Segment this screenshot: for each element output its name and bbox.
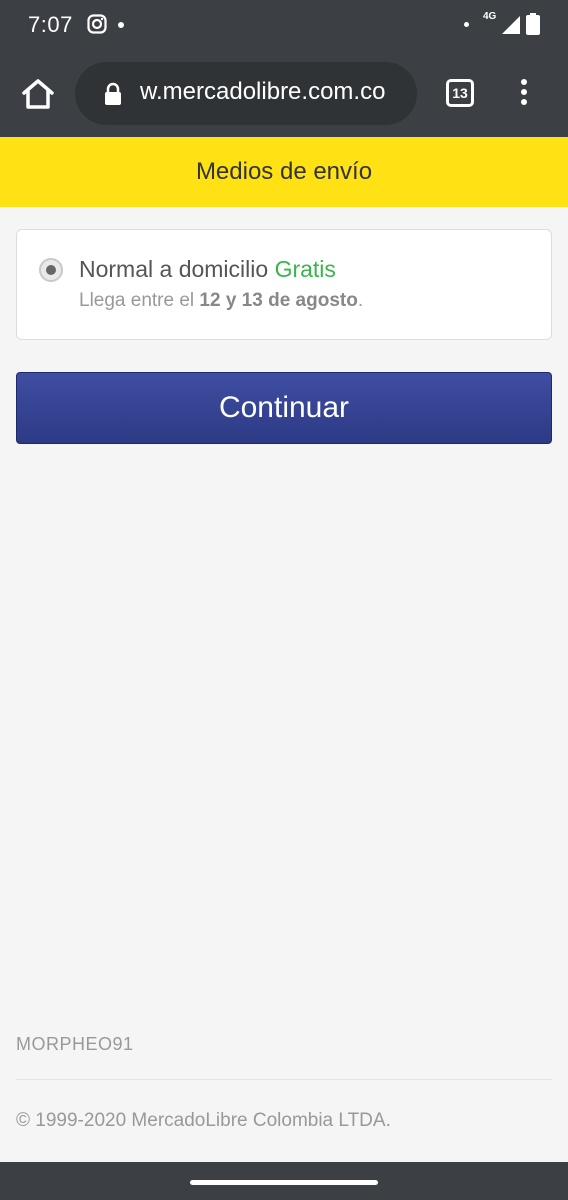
home-icon[interactable]	[20, 77, 56, 111]
shipping-option-card[interactable]: Normal a domicilio Gratis Llega entre el…	[16, 229, 552, 340]
status-dot-icon	[464, 22, 469, 27]
battery-icon	[526, 13, 540, 35]
footer-divider	[16, 1079, 552, 1080]
shipping-option-radio[interactable]	[39, 258, 63, 282]
eta-prefix: Llega entre el	[79, 290, 200, 311]
shipping-eta: Llega entre el 12 y 13 de agosto.	[79, 290, 363, 312]
continue-button[interactable]: Continuar	[16, 372, 552, 444]
notification-dot-icon	[118, 22, 124, 28]
eta-dates: 12 y 13 de agosto	[199, 290, 358, 311]
system-nav-bar	[0, 1162, 568, 1200]
lock-icon	[105, 82, 121, 105]
overflow-menu-icon[interactable]	[514, 79, 534, 109]
shipping-price: Gratis	[274, 256, 336, 282]
footer-username: MORPHEO91	[16, 1034, 134, 1054]
page-title: Medios de envío	[0, 137, 568, 207]
status-time: 7:07	[28, 12, 73, 37]
url-text[interactable]: w.mercadolibre.com.co	[140, 78, 410, 106]
radio-selected-dot	[46, 265, 56, 275]
footer-copyright: © 1999-2020 MercadoLibre Colombia LTDA.	[16, 1110, 391, 1131]
network-type-label: 4G	[483, 11, 497, 22]
home-gesture-handle[interactable]	[190, 1180, 378, 1185]
signal-icon	[502, 16, 520, 34]
browser-toolbar: w.mercadolibre.com.co 13	[0, 52, 568, 137]
shipping-method-name: Normal a domicilio	[79, 256, 269, 282]
shipping-option-title: Normal a domicilio Gratis	[79, 256, 336, 283]
tab-switcher-button[interactable]: 13	[446, 79, 474, 107]
instagram-icon	[87, 14, 107, 34]
eta-suffix: .	[357, 290, 364, 311]
status-bar: 7:07 4G	[0, 0, 568, 52]
